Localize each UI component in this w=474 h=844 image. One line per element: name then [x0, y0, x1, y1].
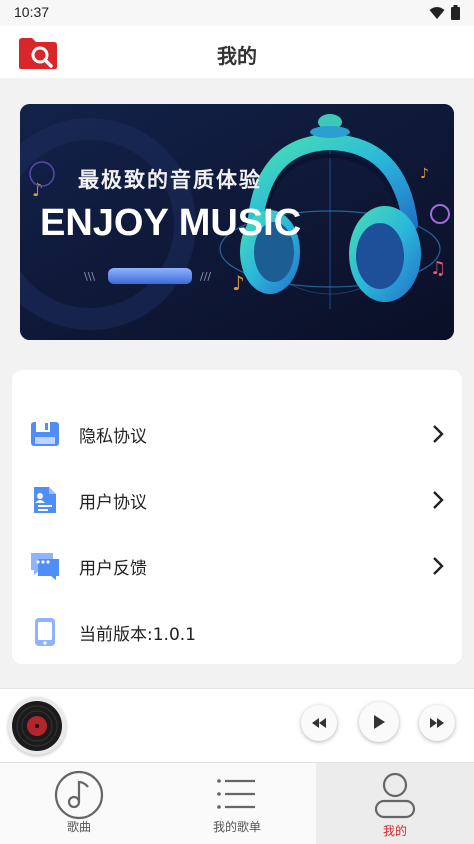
- tab-my-playlists[interactable]: 我的歌单: [158, 763, 316, 844]
- page-title: 我的: [217, 44, 257, 68]
- fast-forward-icon: [430, 718, 444, 728]
- battery-icon: [451, 5, 460, 20]
- feedback-icon: [30, 551, 60, 581]
- svg-text:♫: ♫: [430, 258, 446, 279]
- profile-icon: [374, 772, 416, 819]
- banner-subtitle: 最极致的音质体验: [78, 168, 262, 192]
- chevron-right-icon: [433, 491, 444, 509]
- tab-mine[interactable]: 我的: [316, 763, 474, 844]
- status-bar: 10:37: [0, 0, 474, 26]
- user-feedback-label: 用户反馈: [79, 558, 147, 579]
- album-disc[interactable]: [8, 697, 66, 755]
- user-agreement-label: 用户协议: [79, 492, 147, 513]
- privacy-policy-label: 隐私协议: [79, 426, 147, 447]
- app-version-label: 当前版本:1.0.1: [79, 624, 196, 645]
- previous-button[interactable]: [301, 705, 337, 741]
- play-icon: [374, 715, 385, 729]
- next-button[interactable]: [419, 705, 455, 741]
- header: 我的: [0, 26, 474, 78]
- app-version-item: 当前版本:1.0.1: [12, 608, 462, 656]
- user-feedback-item[interactable]: 用户反馈: [12, 542, 462, 590]
- tab-my-playlists-label: 我的歌单: [212, 820, 261, 834]
- rewind-icon: [312, 718, 326, 728]
- privacy-policy-item[interactable]: 隐私协议: [12, 410, 462, 458]
- chevron-right-icon: [433, 425, 444, 443]
- wifi-icon: [429, 6, 445, 19]
- music-note-icon: [54, 770, 104, 820]
- settings-menu: 隐私协议 用户协议 用户反馈 当前版本:1.0.1: [12, 370, 462, 664]
- svg-text:\\\: \\\: [84, 270, 95, 283]
- user-agreement-icon: [30, 485, 60, 515]
- svg-text:///: ///: [200, 270, 211, 283]
- status-icons: [429, 5, 460, 20]
- banner[interactable]: \\\ /// ♪ ♪ ♪ ♫ 最极致的音质体验 ENJOY MUSIC: [20, 104, 454, 340]
- svg-text:♪: ♪: [232, 271, 245, 295]
- banner-title: ENJOY MUSIC: [40, 202, 302, 244]
- play-button[interactable]: [359, 702, 399, 742]
- playlist-icon: [217, 779, 255, 809]
- phone-icon: [30, 617, 60, 647]
- chevron-right-icon: [433, 557, 444, 575]
- vinyl-icon: [12, 701, 62, 751]
- bottom-tab-bar: 歌曲 我的歌单 我的: [0, 762, 474, 844]
- privacy-icon: [30, 419, 60, 449]
- tab-songs-label: 歌曲: [66, 820, 91, 834]
- tab-songs[interactable]: 歌曲: [0, 763, 158, 844]
- mini-player: [0, 688, 474, 762]
- svg-text:♪: ♪: [420, 166, 429, 182]
- tab-mine-label: 我的: [382, 824, 407, 838]
- status-time: 10:37: [14, 4, 50, 20]
- user-agreement-item[interactable]: 用户协议: [12, 476, 462, 524]
